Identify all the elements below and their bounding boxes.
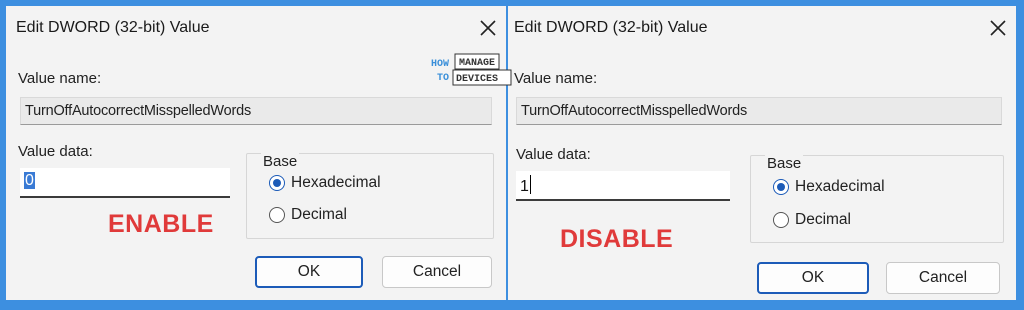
decimal-radio-option[interactable]: Decimal — [773, 209, 851, 231]
value-data-text: 1 — [520, 178, 529, 195]
how-to-manage-devices-logo: HOW TO MANAGE DEVICES — [431, 53, 512, 86]
title-bar: Edit DWORD (32-bit) Value — [6, 6, 506, 50]
logo-to-text: TO — [437, 73, 449, 84]
value-name-field: TurnOffAutocorrectMisspelledWords — [516, 97, 1002, 125]
hexadecimal-radio-option[interactable]: Hexadecimal — [269, 172, 381, 194]
base-group: Base Hexadecimal Decimal — [750, 155, 1004, 243]
dialog-title: Edit DWORD (32-bit) Value — [16, 19, 210, 36]
value-data-label: Value data: — [18, 143, 93, 160]
ok-button[interactable]: OK — [757, 262, 869, 294]
text-caret — [529, 175, 531, 194]
decimal-label: Decimal — [291, 206, 347, 223]
close-icon[interactable] — [986, 16, 1010, 40]
value-data-text: 0 — [24, 172, 35, 189]
dialog-title: Edit DWORD (32-bit) Value — [514, 19, 708, 36]
hexadecimal-label: Hexadecimal — [795, 178, 885, 195]
logo-how-text: HOW — [431, 59, 449, 70]
base-group-title: Base — [765, 155, 804, 172]
value-data-input[interactable]: 1 — [516, 171, 730, 201]
value-name-field: TurnOffAutocorrectMisspelledWords — [20, 97, 492, 125]
ok-button[interactable]: OK — [255, 256, 363, 288]
hexadecimal-label: Hexadecimal — [291, 174, 381, 191]
decimal-radio-option[interactable]: Decimal — [269, 204, 347, 226]
decimal-label: Decimal — [795, 211, 851, 228]
edit-dword-dialog-enable: Edit DWORD (32-bit) Value Value name: Tu… — [6, 6, 506, 300]
close-icon[interactable] — [476, 16, 500, 40]
decimal-radio[interactable] — [773, 212, 789, 228]
hexadecimal-radio-option[interactable]: Hexadecimal — [773, 176, 885, 198]
decimal-radio[interactable] — [269, 207, 285, 223]
value-data-input[interactable]: 0 — [20, 168, 230, 198]
cancel-button[interactable]: Cancel — [886, 262, 1000, 294]
hexadecimal-radio[interactable] — [269, 175, 285, 191]
enable-caption: ENABLE — [108, 210, 214, 238]
logo-devices-text: DEVICES — [456, 74, 498, 85]
base-group: Base Hexadecimal Decimal — [246, 153, 494, 239]
cancel-button[interactable]: Cancel — [382, 256, 492, 288]
title-bar: Edit DWORD (32-bit) Value — [508, 6, 1016, 50]
logo-manage-text: MANAGE — [459, 58, 495, 69]
value-name-label: Value name: — [18, 70, 102, 87]
edit-dword-dialog-disable: Edit DWORD (32-bit) Value Value name: Tu… — [508, 6, 1016, 300]
disable-caption: DISABLE — [560, 225, 674, 253]
value-name-label: Value name: — [514, 70, 598, 87]
base-group-title: Base — [261, 153, 300, 170]
hexadecimal-radio[interactable] — [773, 179, 789, 195]
value-data-label: Value data: — [516, 146, 591, 163]
